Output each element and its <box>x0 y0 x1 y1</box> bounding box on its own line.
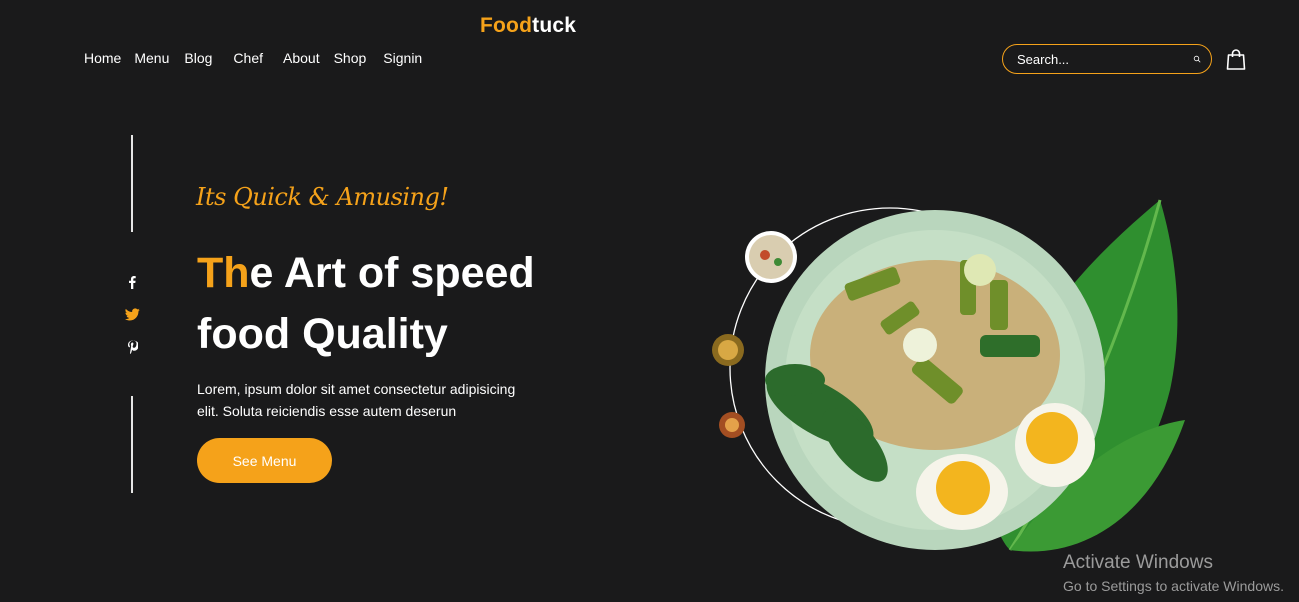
brand-logo[interactable]: Foodtuck <box>480 14 576 38</box>
nav-home[interactable]: Home <box>84 50 121 66</box>
pinterest-icon[interactable] <box>124 339 140 355</box>
headline-accent: Th <box>197 249 250 297</box>
watermark-title: Activate Windows <box>1063 552 1213 573</box>
nav-blog[interactable]: Blog <box>184 50 212 66</box>
hero-food-image <box>712 199 1185 552</box>
shopping-bag-icon[interactable] <box>1226 48 1246 70</box>
twitter-icon[interactable] <box>124 306 140 322</box>
hero-tagline: Its Quick & Amusing! <box>196 183 449 211</box>
nav-menu[interactable]: Menu <box>134 50 169 66</box>
hero-description: Lorem, ipsum dolor sit amet consectetur … <box>197 381 516 419</box>
social-divider-bottom <box>131 396 133 493</box>
nav-about[interactable]: About <box>283 50 320 66</box>
brand-logo-part2: tuck <box>532 14 577 37</box>
brand-logo-part1: Food <box>480 14 533 37</box>
nav-shop[interactable]: Shop <box>334 50 367 66</box>
nav-chef[interactable]: Chef <box>233 50 263 66</box>
see-menu-button[interactable]: See Menu <box>197 438 332 483</box>
search-input[interactable] <box>1017 51 1193 67</box>
search-icon[interactable] <box>1193 51 1201 67</box>
headline-line1-rest: e Art of speed <box>249 249 535 297</box>
headline-line2: food Quality <box>197 310 448 358</box>
nav-signin[interactable]: Signin <box>383 50 422 66</box>
windows-activation-watermark: Activate Windows Go to Settings to activ… <box>1063 552 1284 594</box>
facebook-icon[interactable] <box>124 274 140 290</box>
social-divider-top <box>131 135 133 232</box>
search-bar <box>1002 44 1212 74</box>
main-nav: Home Menu Blog Chef About Shop Signin <box>84 50 422 66</box>
watermark-subtitle: Go to Settings to activate Windows. <box>1063 578 1284 594</box>
hero-headline: The Art of speed food Quality <box>197 243 617 365</box>
